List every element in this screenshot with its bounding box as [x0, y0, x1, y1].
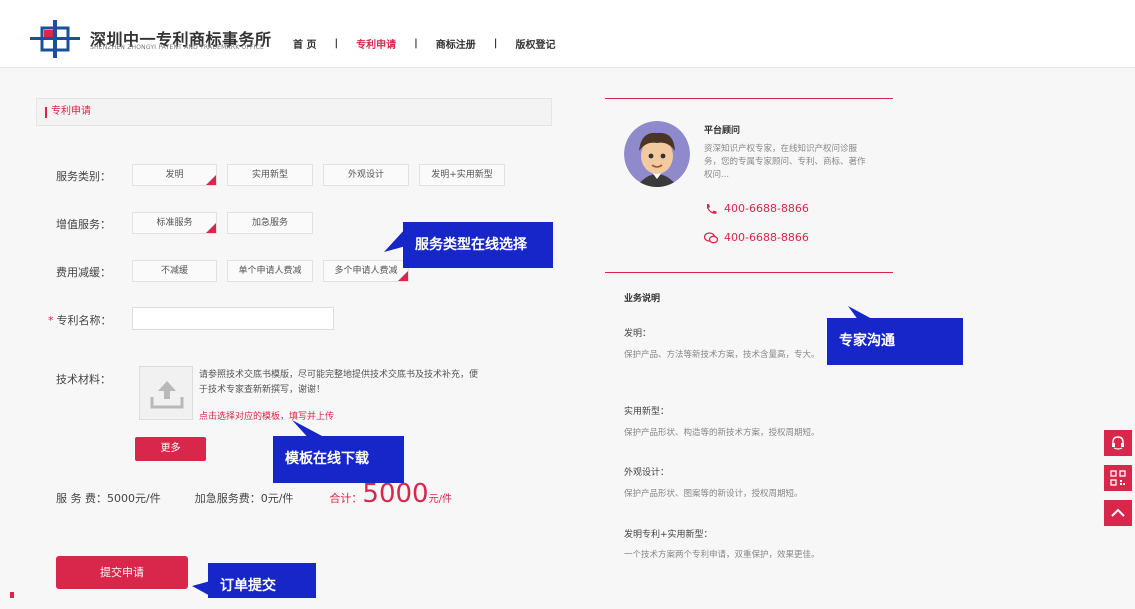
option-no-reduction[interactable]: 不减缓 [132, 260, 217, 282]
business-item-desc: 保护产品形状、图案等的新设计，授权周期短。 [624, 489, 803, 499]
option-utility-model[interactable]: 实用新型 [227, 164, 313, 186]
wechat-contact[interactable]: 400-6688-8866 [704, 231, 809, 244]
logo-icon[interactable] [30, 20, 80, 58]
total-label: 合计： [329, 492, 363, 505]
divider [605, 272, 893, 273]
business-item-desc: 一个技术方案两个专利申请，双重保护，效果更佳。 [624, 550, 820, 560]
upload-icon [150, 381, 184, 409]
business-heading: 业务说明 [624, 294, 661, 304]
headset-icon [1112, 436, 1124, 450]
option-urgent-service[interactable]: 加急服务 [227, 212, 313, 234]
option-invention[interactable]: 发明 [132, 164, 217, 186]
logo-subtitle: SHENZHEN ZHONGYI PATENT AND TRADEMARK OF… [90, 44, 265, 51]
qr-code-icon [1110, 470, 1126, 486]
business-item-title: 发明： [624, 329, 652, 339]
tech-material-hint: 请参照技术交底书模版，尽可能完整地提供技术交底书及技术补充，便于技术专家查新新撰… [199, 370, 479, 395]
nav-separator: | [334, 38, 339, 49]
wechat-number: 400-6688-8866 [724, 231, 809, 244]
business-item-title: 外观设计： [624, 468, 670, 478]
submit-button[interactable]: 提交申请 [56, 556, 188, 589]
option-invention-utility[interactable]: 发明+实用新型 [419, 164, 505, 186]
phone-number: 400-6688-8866 [724, 202, 809, 215]
advisor-title: 平台顾问 [704, 126, 741, 136]
option-multi-applicant-reduction[interactable]: 多个申请人费减 [323, 260, 409, 282]
qr-code-button[interactable] [1104, 465, 1132, 491]
main-nav: 首 页 | 专利申请 | 商标注册 | 版权登记 [293, 36, 555, 51]
advisor-description: 资深知识产权专家，在线知识产权问诊服务，您的专属专家顾问、专利、商标、著作权问.… [704, 144, 866, 180]
callout-template-download: 模板在线下载 [273, 436, 404, 483]
option-standard-service[interactable]: 标准服务 [132, 212, 217, 234]
upload-button[interactable] [139, 366, 193, 420]
patent-name-label-text: 专利名称： [56, 314, 112, 327]
back-to-top-button[interactable] [1104, 500, 1132, 526]
nav-patent[interactable]: 专利申请 [356, 36, 396, 51]
chevron-up-icon [1111, 508, 1125, 517]
total-value: 5000 [362, 479, 429, 509]
nav-copyright[interactable]: 版权登记 [515, 36, 555, 51]
nav-trademark[interactable]: 商标注册 [436, 36, 476, 51]
business-item-desc: 保护产品、方法等新技术方案，技术含量高，专大。 [624, 350, 820, 360]
wechat-icon [704, 231, 718, 243]
nav-separator: | [493, 38, 498, 49]
panel-title: 专利申请 [36, 98, 552, 126]
callout-service-select: 服务类型在线选择 [403, 222, 553, 268]
phone-icon [707, 203, 717, 214]
phone-contact[interactable]: 400-6688-8866 [704, 202, 809, 215]
callout-order-submit: 订单提交 [208, 563, 316, 598]
more-button[interactable]: 更多 [135, 437, 206, 461]
total-unit: 元/件 [428, 494, 452, 505]
advisor-avatar [624, 121, 690, 187]
nav-home[interactable]: 首 页 [293, 36, 316, 51]
fee-summary: 服 务 费：5000元/件 加急服务费：0元/件 合计： 5000 元/件 [56, 479, 452, 509]
divider [605, 98, 893, 99]
service-fee: 服 务 费：5000元/件 [56, 492, 161, 505]
option-single-applicant-reduction[interactable]: 单个申请人费减 [227, 260, 313, 282]
nav-separator: | [414, 38, 418, 49]
avatar-image [624, 121, 690, 187]
required-mark: * [48, 314, 54, 327]
value-added-label: 增值服务： [56, 218, 111, 231]
business-item-title: 实用新型： [624, 407, 670, 417]
urgent-fee: 加急服务费：0元/件 [194, 492, 294, 505]
patent-name-input[interactable] [132, 307, 334, 330]
site-header: 深圳中一专利商标事务所 SHENZHEN ZHONGYI PATENT AND … [0, 0, 1135, 68]
corner-mark [10, 592, 14, 598]
service-type-label: 服务类别： [56, 170, 111, 183]
business-item-title: 发明专利+实用新型： [624, 530, 713, 540]
callout-expert-chat: 专家沟通 [827, 318, 963, 365]
patent-name-label: * 专利名称： [48, 312, 112, 328]
fee-reduction-label: 费用减缓： [56, 266, 111, 279]
tech-material-label: 技术材料： [56, 373, 111, 386]
customer-service-button[interactable] [1104, 430, 1132, 456]
option-design[interactable]: 外观设计 [323, 164, 409, 186]
business-item-desc: 保护产品形状、构造等的新技术方案，授权周期短。 [624, 428, 820, 438]
